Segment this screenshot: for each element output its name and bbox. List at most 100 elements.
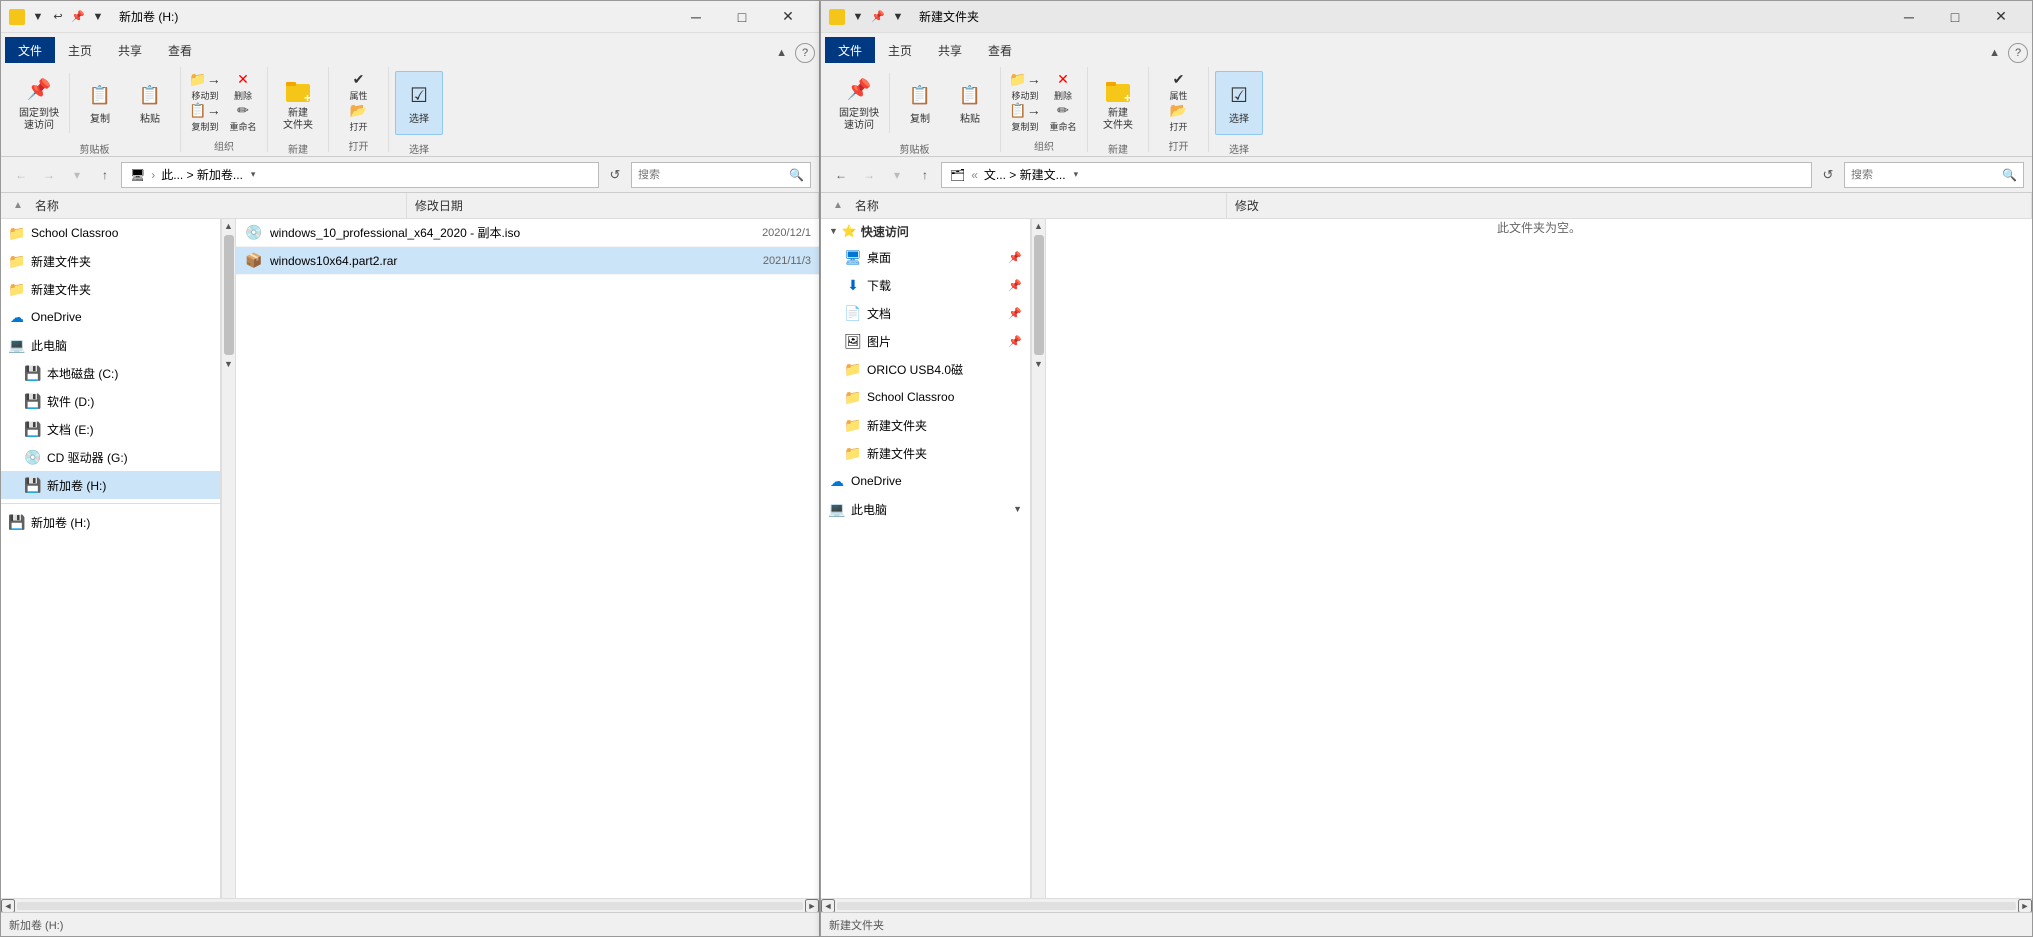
qat-pin-btn[interactable]: 📌	[69, 8, 87, 26]
scrollbar-h-left[interactable]: ◄ ►	[1, 898, 819, 912]
help-btn-right[interactable]: ?	[2008, 43, 2028, 63]
tab-share-right[interactable]: 共享	[925, 37, 975, 63]
address-box-right[interactable]: 🗂 « 文... > 新建文... ▾	[941, 162, 1812, 188]
col-date-left[interactable]: 修改日期	[407, 193, 819, 218]
scroll-down-nav-left[interactable]: ▼	[222, 357, 236, 371]
maximize-btn-right[interactable]: □	[1932, 1, 1978, 33]
btn-pin-left[interactable]: 📌 固定到快速访问	[15, 71, 63, 135]
qat-customize-btn[interactable]: ▼	[29, 8, 47, 26]
nav-item-drive-h[interactable]: 💾 新加卷 (H:)	[1, 471, 220, 499]
btn-move-to-right[interactable]: 📁→ 移动到	[1007, 71, 1043, 101]
btn-move-to[interactable]: 📁→ 移动到	[187, 71, 223, 101]
tab-view-right[interactable]: 查看	[975, 37, 1025, 63]
nav-item-desktop[interactable]: 🖥 桌面 📌	[821, 243, 1030, 271]
nav-item-new4[interactable]: 📁 新建文件夹	[821, 439, 1030, 467]
dropdown-btn-left[interactable]: ▾	[65, 163, 89, 187]
btn-copy-left[interactable]: 📋 复制	[76, 71, 124, 135]
minimize-btn-left[interactable]: ─	[673, 1, 719, 33]
btn-paste-left[interactable]: 📋 粘贴	[126, 71, 174, 135]
scrollbar-h-right[interactable]: ◄ ►	[821, 898, 2032, 912]
btn-select-right[interactable]: ☑ 选择	[1215, 71, 1263, 135]
nav-item-orico[interactable]: 📁 ORICO USB4.0磁	[821, 355, 1030, 383]
nav-item-drive-g[interactable]: 💿 CD 驱动器 (G:)	[1, 443, 220, 471]
nav-item-new3[interactable]: 📁 新建文件夹	[821, 411, 1030, 439]
forward-btn-right[interactable]: →	[857, 163, 881, 187]
help-btn-left[interactable]: ?	[795, 43, 815, 63]
dropdown-btn-right[interactable]: ▾	[885, 163, 909, 187]
nav-item-onedrive[interactable]: ☁ OneDrive	[1, 303, 220, 331]
search-input-left[interactable]	[638, 169, 785, 181]
btn-delete[interactable]: ✕ 删除	[225, 71, 261, 101]
btn-properties[interactable]: ✔ 属性	[341, 71, 377, 101]
nav-scrollbar-right[interactable]: ▲ ▼	[1031, 219, 1045, 898]
qat-dropdown-btn[interactable]: ▼	[89, 8, 107, 26]
scroll-left-btn-right[interactable]: ◄	[821, 899, 835, 913]
nav-item-thispc[interactable]: 💻 此电脑	[1, 331, 220, 359]
nav-item-new1[interactable]: 📁 新建文件夹	[1, 247, 220, 275]
file-item-iso[interactable]: 💿 windows_10_professional_x64_2020 - 副本.…	[236, 219, 819, 247]
qat-customize-btn-right[interactable]: ▼	[849, 8, 867, 26]
nav-item-pictures[interactable]: 🖼 图片 📌	[821, 327, 1030, 355]
btn-paste-right[interactable]: 📋 粘贴	[946, 71, 994, 135]
nav-item-onedrive2[interactable]: ☁ OneDrive	[821, 467, 1030, 495]
tab-file-right[interactable]: 文件	[825, 37, 875, 63]
tab-home-left[interactable]: 主页	[55, 37, 105, 63]
btn-rename[interactable]: ✏ 重命名	[225, 102, 261, 132]
forward-btn-left[interactable]: →	[37, 163, 61, 187]
btn-copy-right[interactable]: 📋 复制	[896, 71, 944, 135]
maximize-btn-left[interactable]: □	[719, 1, 765, 33]
qat-undo-btn[interactable]: ↩	[49, 8, 67, 26]
minimize-btn-right[interactable]: ─	[1886, 1, 1932, 33]
nav-item-thispc2[interactable]: 💻 此电脑 ▼	[821, 495, 1030, 523]
col-name-left[interactable]: 名称	[27, 193, 407, 218]
scroll-right-btn[interactable]: ►	[805, 899, 819, 913]
btn-new-folder-left[interactable]: + 新建文件夹	[274, 71, 322, 135]
back-btn-left[interactable]: ←	[9, 163, 33, 187]
nav-item-documents[interactable]: 📄 文档 📌	[821, 299, 1030, 327]
btn-copy-to-right[interactable]: 📋→ 复制到	[1007, 102, 1043, 132]
up-btn-left[interactable]: ↑	[93, 163, 117, 187]
search-box-left[interactable]: 🔍	[631, 162, 811, 188]
collapse-ribbon-right[interactable]: ▲	[1985, 45, 2004, 61]
scroll-left-btn[interactable]: ◄	[1, 899, 15, 913]
nav-scrollbar-left[interactable]: ▲ ▼	[221, 219, 235, 898]
nav-item-new2[interactable]: 📁 新建文件夹	[1, 275, 220, 303]
btn-open-file-right[interactable]: 📂 打开	[1161, 102, 1197, 132]
nav-item-drive-e[interactable]: 💾 文档 (E:)	[1, 415, 220, 443]
collapse-ribbon-left[interactable]: ▲	[772, 45, 791, 61]
nav-item-downloads[interactable]: ⬇ 下载 📌	[821, 271, 1030, 299]
search-box-right[interactable]: 🔍	[1844, 162, 2024, 188]
refresh-btn-left[interactable]: ↺	[603, 163, 627, 187]
close-btn-left[interactable]: ✕	[765, 1, 811, 33]
address-dropdown-right[interactable]: ▾	[1074, 169, 1079, 180]
scroll-right-btn-right[interactable]: ►	[2018, 899, 2032, 913]
btn-pin-right[interactable]: 📌 固定到快速访问	[835, 71, 883, 135]
close-btn-right[interactable]: ✕	[1978, 1, 2024, 33]
scroll-up-nav-left[interactable]: ▲	[222, 219, 236, 233]
btn-copy-to[interactable]: 📋→ 复制到	[187, 102, 223, 132]
scroll-down-nav-right[interactable]: ▼	[1032, 357, 1046, 371]
up-btn-right[interactable]: ↑	[913, 163, 937, 187]
btn-select-left[interactable]: ☑ 选择	[395, 71, 443, 135]
scroll-up-nav-right[interactable]: ▲	[1032, 219, 1046, 233]
address-box-left[interactable]: 🖥 › 此... > 新加卷... ▾	[121, 162, 599, 188]
file-item-rar[interactable]: 📦 windows10x64.part2.rar 2021/11/3	[236, 247, 819, 275]
tab-share-left[interactable]: 共享	[105, 37, 155, 63]
tab-home-right[interactable]: 主页	[875, 37, 925, 63]
qat-dropdown-btn-right[interactable]: ▼	[889, 8, 907, 26]
tab-file-left[interactable]: 文件	[5, 37, 55, 63]
nav-quickaccess-header[interactable]: ▼ ⭐ 快速访问	[821, 219, 1030, 243]
nav-item-drive-c[interactable]: 💾 本地磁盘 (C:)	[1, 359, 220, 387]
btn-delete-right[interactable]: ✕ 删除	[1045, 71, 1081, 101]
btn-rename-right[interactable]: ✏ 重命名	[1045, 102, 1081, 132]
address-dropdown-left[interactable]: ▾	[251, 169, 256, 180]
search-input-right[interactable]	[1851, 169, 1998, 181]
col-date-right[interactable]: 修改	[1227, 193, 2032, 218]
btn-properties-right[interactable]: ✔ 属性	[1161, 71, 1197, 101]
nav-item-school[interactable]: 📁 School Classroo	[1, 219, 220, 247]
qat-pin-btn-right[interactable]: 📌	[869, 8, 887, 26]
btn-open-file[interactable]: 📂 打开	[341, 102, 377, 132]
nav-item-drive-d[interactable]: 💾 软件 (D:)	[1, 387, 220, 415]
nav-item-newvol[interactable]: 💾 新加卷 (H:)	[1, 508, 220, 536]
back-btn-right[interactable]: ←	[829, 163, 853, 187]
